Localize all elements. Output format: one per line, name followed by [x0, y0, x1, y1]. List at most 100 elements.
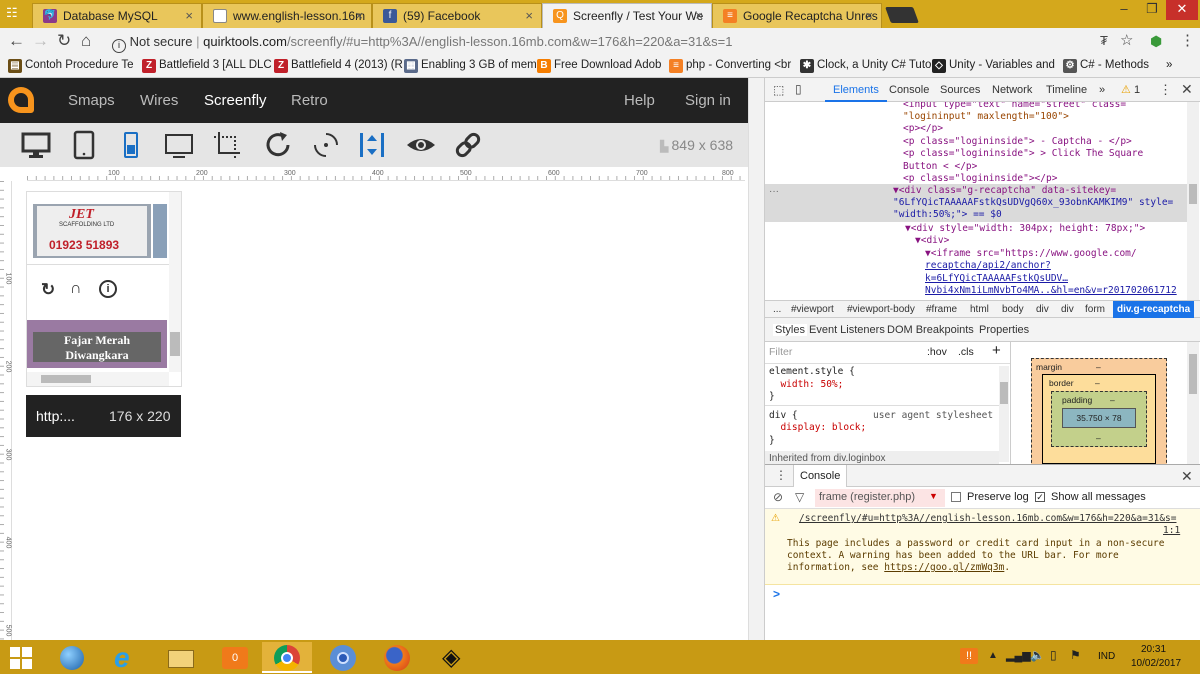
quirktools-logo-icon[interactable]	[8, 87, 34, 113]
extension-icon[interactable]: ⬢	[1150, 32, 1162, 50]
internet-explorer-icon[interactable]: e	[102, 642, 152, 673]
code-line[interactable]: "logininput" maxlength="100">	[903, 111, 1069, 124]
chrome-canary-icon[interactable]	[318, 642, 368, 673]
bookmark-item[interactable]: B Free Download Adob	[537, 59, 661, 73]
new-tab-button[interactable]	[885, 7, 919, 23]
code-line[interactable]: recaptcha/api2/anchor?	[925, 260, 1051, 273]
bookmark-item[interactable]: ▦ Enabling 3 GB of mem	[404, 59, 537, 73]
restore-button[interactable]: ❐	[1138, 0, 1166, 20]
reload-button[interactable]: ↻	[57, 32, 71, 50]
tablet-icon[interactable]	[68, 129, 100, 161]
tray-expand-icon[interactable]: ▲	[988, 650, 998, 661]
horizontal-scrollbar[interactable]	[27, 372, 169, 386]
subtab-properties[interactable]: Properties	[979, 324, 1029, 336]
code-line[interactable]: ▼<div style="width: 304px; height: 78px;…	[905, 223, 1145, 236]
vertical-scrollbar[interactable]	[169, 192, 181, 372]
unity-icon[interactable]: ◈	[428, 642, 478, 673]
selected-line[interactable]: "6LfYQicTAAAAAFstkQsUDVgQ60x_93obnKAMKIM…	[893, 197, 1173, 210]
clear-console-icon[interactable]: ⊘	[773, 490, 783, 504]
tab-database-mysql[interactable]: 🐬 Database MySQL ×	[32, 3, 202, 28]
breadcrumb-item[interactable]: #frame	[926, 304, 957, 315]
clock-date[interactable]: 10/02/2017	[1131, 658, 1181, 669]
style-line[interactable]: width: 50%;	[769, 379, 843, 392]
nav-help[interactable]: Help	[624, 92, 655, 109]
warning-source-link[interactable]: /screenfly/#u=http%3A//english-lesson.16…	[799, 513, 1177, 526]
bookmark-item[interactable]: ≡ php - Converting <br	[669, 59, 791, 73]
clock-time[interactable]: 20:31	[1141, 644, 1166, 655]
tab-screenfly[interactable]: Q Screenfly / Test Your We ×	[542, 3, 712, 28]
elements-scrollbar[interactable]	[1187, 102, 1199, 300]
nav-wires[interactable]: Wires	[140, 92, 178, 109]
reload-icon[interactable]: ↻	[41, 280, 55, 300]
globe-icon[interactable]	[46, 642, 96, 673]
nav-signin[interactable]: Sign in	[685, 92, 731, 109]
breadcrumb-item[interactable]: body	[1002, 304, 1024, 315]
breadcrumb-item[interactable]: div	[1061, 304, 1074, 315]
tab-more[interactable]: »	[1099, 84, 1105, 96]
console-prompt[interactable]: >	[773, 587, 780, 601]
notification-badge-icon[interactable]: !!	[960, 648, 978, 664]
bookmark-item[interactable]: Z Battlefield 3 [ALL DLC	[142, 59, 272, 73]
close-icon[interactable]: ×	[525, 8, 533, 23]
tab-network[interactable]: Network	[992, 84, 1032, 96]
code-line[interactable]: Button < </p>	[903, 161, 977, 174]
tab-english-lesson[interactable]: www.english-lesson.16m ×	[202, 3, 372, 28]
breadcrumb-item[interactable]: form	[1085, 304, 1105, 315]
flag-icon[interactable]: ⚑	[1070, 648, 1081, 662]
filter-input[interactable]: Filter	[769, 346, 792, 358]
breadcrumb-item[interactable]: html	[970, 304, 989, 315]
bookmark-item[interactable]: ◇ Unity - Variables and	[932, 59, 1055, 73]
windows-start-icon[interactable]	[10, 647, 32, 669]
translate-icon[interactable]: ₮	[1100, 32, 1108, 50]
signal-icon[interactable]: ▂▄▆	[1006, 649, 1031, 662]
nav-screenfly[interactable]: Screenfly	[204, 92, 267, 109]
breadcrumb-item[interactable]: div	[1036, 304, 1049, 315]
tab-elements[interactable]: Elements	[833, 84, 879, 96]
bookmark-item[interactable]: ▤ Contoh Procedure Te	[8, 59, 133, 73]
warning-icon[interactable]: ⚠	[1121, 83, 1131, 96]
info-icon[interactable]: i	[99, 280, 117, 298]
close-icon[interactable]: ×	[695, 8, 703, 23]
bookmark-item[interactable]: ✱ Clock, a Unity C# Tuto	[800, 59, 931, 73]
code-line[interactable]: ▼<iframe src="https://www.google.com/	[925, 248, 1137, 261]
television-icon[interactable]	[163, 129, 195, 161]
tab-sources[interactable]: Sources	[940, 84, 980, 96]
language-indicator[interactable]: IND	[1098, 651, 1115, 662]
preserve-log-label[interactable]: Preserve log	[967, 491, 1029, 503]
page-scrollbar[interactable]	[748, 78, 764, 640]
styles-scrollbar[interactable]	[999, 366, 1009, 462]
drawer-close-icon[interactable]: ✕	[1181, 468, 1193, 485]
nav-smaps[interactable]: Smaps	[68, 92, 115, 109]
subtab-dom-breakpoints[interactable]: DOM Breakpoints	[887, 324, 974, 336]
volume-muted-icon[interactable]: 🔈	[1030, 648, 1045, 662]
chrome-icon[interactable]	[262, 642, 312, 673]
selected-line[interactable]: ▼<div class="g-recaptcha" data-sitekey=	[893, 185, 1116, 198]
hov-toggle[interactable]: :hov	[927, 346, 947, 358]
cls-toggle[interactable]: .cls	[958, 346, 974, 358]
firefox-icon[interactable]	[372, 642, 422, 673]
address-bar[interactable]: i Not secure | quirktools.com/screenfly/…	[104, 31, 1144, 53]
eye-icon[interactable]	[405, 129, 437, 161]
tab-facebook[interactable]: f (59) Facebook ×	[372, 3, 542, 28]
code-line[interactable]: <p></p>	[903, 123, 943, 136]
code-line[interactable]: ▼<div>	[915, 235, 949, 248]
code-line[interactable]: <p class="logininside"> - Captcha - </p>	[903, 136, 1132, 149]
breadcrumb-item[interactable]: #viewport-body	[847, 304, 915, 315]
drawer-menu-icon[interactable]: ⋮	[775, 468, 787, 482]
link-icon[interactable]	[452, 129, 484, 161]
file-explorer-icon[interactable]	[156, 642, 206, 673]
code-line[interactable]: k=6LfYQicTAAAAAFstkQsUDV…	[925, 273, 1068, 286]
rotate-icon[interactable]	[262, 129, 294, 161]
selected-line[interactable]: "width:50%;"> == $0	[893, 209, 1002, 222]
box-margin[interactable]: margin – border – padding – 35.750 × 78 …	[1031, 358, 1167, 464]
devtools-menu-icon[interactable]: ⋮	[1159, 82, 1172, 98]
devtools-close-icon[interactable]: ✕	[1181, 81, 1193, 98]
tab-google-recaptcha[interactable]: ≡ Google Recaptcha Unres ×	[712, 3, 882, 28]
show-all-checkbox[interactable]: ✓	[1035, 492, 1045, 502]
box-border[interactable]: border – padding – 35.750 × 78 –	[1042, 374, 1156, 464]
scroll-icon[interactable]	[356, 129, 388, 161]
star-icon[interactable]: ☆	[1120, 32, 1133, 50]
preserve-log-checkbox[interactable]	[951, 492, 961, 502]
subtab-event-listeners[interactable]: Event Listeners	[809, 324, 885, 336]
add-rule-icon[interactable]: +	[992, 342, 1001, 359]
